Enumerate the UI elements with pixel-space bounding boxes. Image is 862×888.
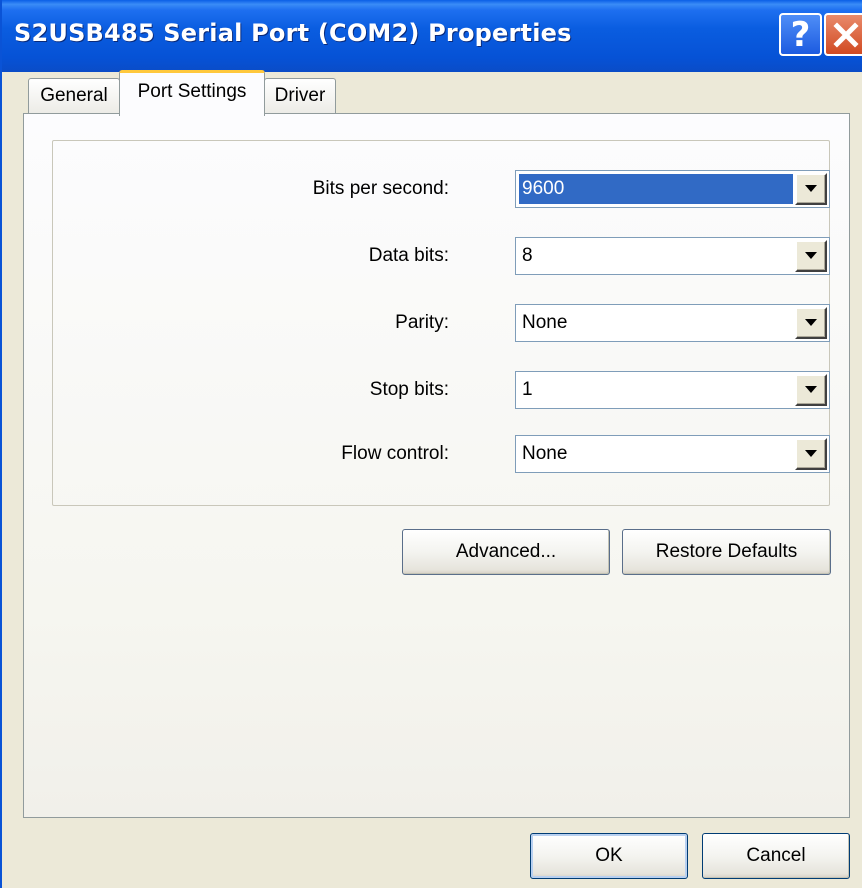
dropdown-button[interactable] [795, 240, 827, 272]
flow-control-value: None [522, 443, 568, 464]
chevron-down-icon [805, 450, 817, 457]
stop-bits-select[interactable]: 1 [515, 371, 830, 409]
parity-label: Parity: [395, 312, 449, 333]
dropdown-button[interactable] [795, 173, 827, 205]
close-button[interactable] [824, 13, 862, 56]
window-title: S2USB485 Serial Port (COM2) Properties [14, 19, 572, 47]
dropdown-button[interactable] [795, 307, 827, 339]
bits-per-second-value: 9600 [519, 174, 793, 204]
tab-port-settings[interactable]: Port Settings [119, 70, 265, 118]
cancel-button[interactable]: Cancel [702, 833, 850, 879]
port-settings-group: Bits per second: 9600 Data bits: 8 Parit… [52, 140, 830, 506]
data-bits-select[interactable]: 8 [515, 237, 830, 275]
chevron-down-icon [805, 319, 817, 326]
chevron-down-icon [805, 386, 817, 393]
title-bar[interactable]: S2USB485 Serial Port (COM2) Properties ? [2, 0, 862, 72]
ok-button[interactable]: OK [530, 833, 688, 879]
flow-control-select[interactable]: None [515, 435, 830, 473]
chevron-down-icon [805, 185, 817, 192]
advanced-button[interactable]: Advanced... [402, 529, 610, 575]
tab-general[interactable]: General [28, 78, 120, 114]
question-mark-icon: ? [790, 14, 811, 55]
dropdown-button[interactable] [795, 374, 827, 406]
chevron-down-icon [805, 252, 817, 259]
flow-control-label: Flow control: [341, 443, 449, 464]
close-x-icon [832, 21, 859, 48]
restore-defaults-button[interactable]: Restore Defaults [622, 529, 831, 575]
parity-select[interactable]: None [515, 304, 830, 342]
tab-driver[interactable]: Driver [264, 78, 336, 114]
data-bits-value: 8 [522, 245, 533, 266]
dropdown-button[interactable] [795, 438, 827, 470]
bits-per-second-select[interactable]: 9600 [515, 170, 830, 208]
properties-dialog: S2USB485 Serial Port (COM2) Properties ?… [0, 0, 862, 888]
tab-panel-port-settings: Bits per second: 9600 Data bits: 8 Parit… [23, 113, 850, 818]
data-bits-label: Data bits: [368, 245, 449, 266]
help-button[interactable]: ? [779, 13, 822, 56]
bits-per-second-label: Bits per second: [312, 178, 449, 199]
stop-bits-value: 1 [522, 379, 533, 400]
parity-value: None [522, 312, 568, 333]
stop-bits-label: Stop bits: [369, 379, 449, 400]
